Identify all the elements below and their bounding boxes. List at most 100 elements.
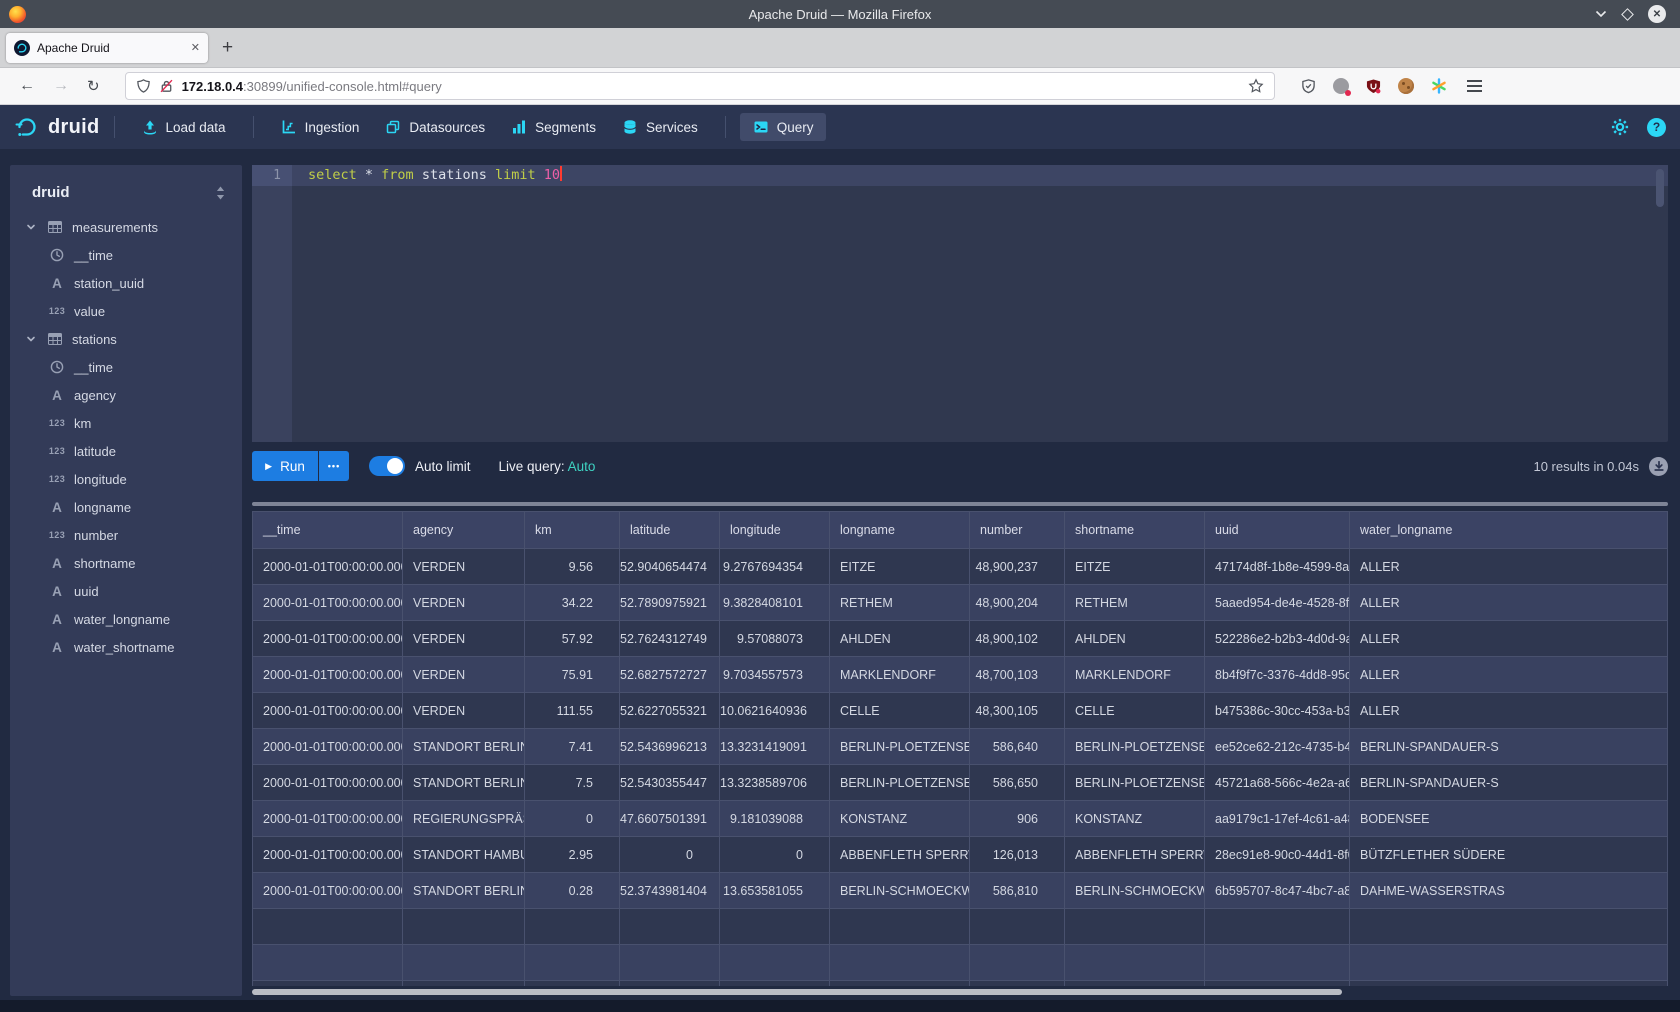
cell-number: 586,810: [970, 873, 1065, 909]
editor-scrollbar-thumb[interactable]: [1656, 169, 1664, 207]
sidebar-column-stations-water-shortname[interactable]: Awater_shortname: [10, 633, 242, 661]
query-editor[interactable]: 1 select * from stations limit 10: [252, 165, 1668, 442]
extension-ublock-icon[interactable]: [1366, 78, 1381, 94]
cell-number: 126,013: [970, 837, 1065, 873]
cell-longname: [830, 945, 970, 981]
chevron-down-icon[interactable]: [24, 222, 38, 232]
forward-button[interactable]: →: [44, 77, 78, 95]
help-icon[interactable]: ?: [1647, 118, 1666, 137]
druid-navbar: druid Load data Ingestion Datasources Segme…: [0, 105, 1680, 149]
sidebar-table-measurements[interactable]: measurements: [10, 213, 242, 241]
horizontal-scrollbar-thumb[interactable]: [252, 989, 1342, 995]
sidebar-column-stations-water-longname[interactable]: Awater_longname: [10, 605, 242, 633]
number-icon: 123: [47, 474, 67, 484]
cell-agency: [403, 909, 525, 945]
tab-close-icon[interactable]: ✕: [191, 41, 200, 54]
horizontal-scrollbar[interactable]: [252, 989, 1668, 995]
cell-number: [970, 981, 1065, 987]
window-minimize-icon[interactable]: [1595, 10, 1607, 18]
nav-item-datasources[interactable]: Datasources: [372, 113, 498, 141]
nav-item-services[interactable]: Services: [609, 113, 711, 141]
back-button[interactable]: ←: [10, 77, 44, 95]
cell-shortname: [1065, 981, 1205, 987]
clock-icon: [47, 248, 67, 262]
druid-nav-items: Load data Ingestion Datasources Segments Ser…: [100, 113, 827, 141]
run-button[interactable]: ▶ Run: [252, 451, 318, 481]
cell-agency: VERDEN: [403, 693, 525, 729]
cell-shortname: [1065, 945, 1205, 981]
cell-uuid: aa9179c1-17ef-4c61-a48: [1205, 801, 1350, 837]
new-tab-button[interactable]: +: [222, 38, 233, 57]
insecure-lock-icon[interactable]: [159, 78, 174, 94]
nav-item-label: Load data: [166, 120, 226, 135]
sidebar-table-stations[interactable]: stations: [10, 325, 242, 353]
auto-limit-toggle[interactable]: [369, 456, 405, 476]
bookmark-star-icon[interactable]: [1248, 78, 1264, 94]
schema-sort-icon[interactable]: [215, 186, 226, 200]
browser-toolbar: ← → ↻ 172.18.0.4:30899/unified-console.h…: [0, 68, 1680, 105]
nav-item-query[interactable]: Query: [740, 113, 827, 141]
druid-brand[interactable]: druid: [14, 114, 100, 140]
sidebar-column-stations-km[interactable]: 123km: [10, 409, 242, 437]
nav-item-label: Ingestion: [305, 120, 360, 135]
column-header-km[interactable]: km: [525, 512, 620, 549]
window-close-icon[interactable]: ✕: [1648, 5, 1666, 23]
table-icon: [45, 333, 65, 345]
nav-item-load-data[interactable]: Load data: [129, 113, 239, 141]
column-header-uuid[interactable]: uuid: [1205, 512, 1350, 549]
url-bar[interactable]: 172.18.0.4:30899/unified-console.html#qu…: [125, 72, 1275, 100]
cell-longname: [830, 909, 970, 945]
cell-longitude: 9.181039088: [720, 801, 830, 837]
chevron-down-icon[interactable]: [24, 334, 38, 344]
table-row: 2000-01-01T00:00:00.000ZSTANDORT BERLIN7…: [253, 729, 1668, 765]
sidebar-column-measurements-station-uuid[interactable]: Astation_uuid: [10, 269, 242, 297]
extension-colorful-asterisk-icon[interactable]: [1431, 78, 1447, 94]
sidebar-column-stations-shortname[interactable]: Ashortname: [10, 549, 242, 577]
tracking-protection-shield-icon[interactable]: [136, 78, 151, 94]
live-query-value[interactable]: Auto: [568, 459, 596, 474]
column-header-longitude[interactable]: longitude: [720, 512, 830, 549]
cell-uuid: [1205, 981, 1350, 987]
nav-item-label: Segments: [535, 120, 596, 135]
window-maximize-icon[interactable]: [1621, 8, 1634, 21]
nav-item-ingestion[interactable]: Ingestion: [268, 113, 373, 141]
sidebar-column-stations--time[interactable]: __time: [10, 353, 242, 381]
sidebar-column-stations-longitude[interactable]: 123longitude: [10, 465, 242, 493]
cell-km: [525, 981, 620, 987]
settings-gear-icon[interactable]: [1611, 118, 1629, 136]
cell-km: [525, 945, 620, 981]
sidebar-column-measurements-value[interactable]: 123value: [10, 297, 242, 325]
column-header-latitude[interactable]: latitude: [620, 512, 720, 549]
url-text[interactable]: 172.18.0.4:30899/unified-console.html#qu…: [182, 79, 1240, 94]
number-icon: 123: [47, 306, 67, 316]
extension-shield-icon[interactable]: [1301, 78, 1316, 94]
column-header--time[interactable]: __time: [253, 512, 403, 549]
cell-km: 57.92: [525, 621, 620, 657]
browser-tab[interactable]: Apache Druid ✕: [6, 33, 208, 63]
panel-splitter[interactable]: [252, 502, 1668, 506]
extension-privacy-mask-icon[interactable]: [1333, 78, 1349, 94]
column-header-shortname[interactable]: shortname: [1065, 512, 1205, 549]
run-more-button[interactable]: •••: [319, 451, 349, 481]
sidebar-column-stations-number[interactable]: 123number: [10, 521, 242, 549]
nav-item-segments[interactable]: Segments: [498, 113, 609, 141]
column-header-longname[interactable]: longname: [830, 512, 970, 549]
column-header-number[interactable]: number: [970, 512, 1065, 549]
sidebar-column-stations-agency[interactable]: Aagency: [10, 381, 242, 409]
editor-code-area[interactable]: select * from stations limit 10: [292, 165, 1668, 442]
sidebar-column-measurements--time[interactable]: __time: [10, 241, 242, 269]
table-row: 2000-01-01T00:00:00.000ZVERDEN111.5552.6…: [253, 693, 1668, 729]
sidebar-column-stations-longname[interactable]: Alongname: [10, 493, 242, 521]
number-icon: 123: [47, 446, 67, 456]
sidebar-column-stations-latitude[interactable]: 123latitude: [10, 437, 242, 465]
reload-button[interactable]: ↻: [78, 77, 109, 95]
column-header-agency[interactable]: agency: [403, 512, 525, 549]
extension-cookie-icon[interactable]: [1398, 78, 1414, 94]
menu-hamburger-icon[interactable]: [1467, 80, 1482, 92]
download-icon[interactable]: [1649, 457, 1668, 476]
column-header-water-longname[interactable]: water_longname: [1350, 512, 1668, 549]
sidebar-column-stations-uuid[interactable]: Auuid: [10, 577, 242, 605]
table-row: 2000-01-01T00:00:00.000ZSTANDORT HAMBURG…: [253, 837, 1668, 873]
cell-shortname: EITZE: [1065, 549, 1205, 585]
url-path: :30899/unified-console.html#query: [243, 79, 442, 94]
